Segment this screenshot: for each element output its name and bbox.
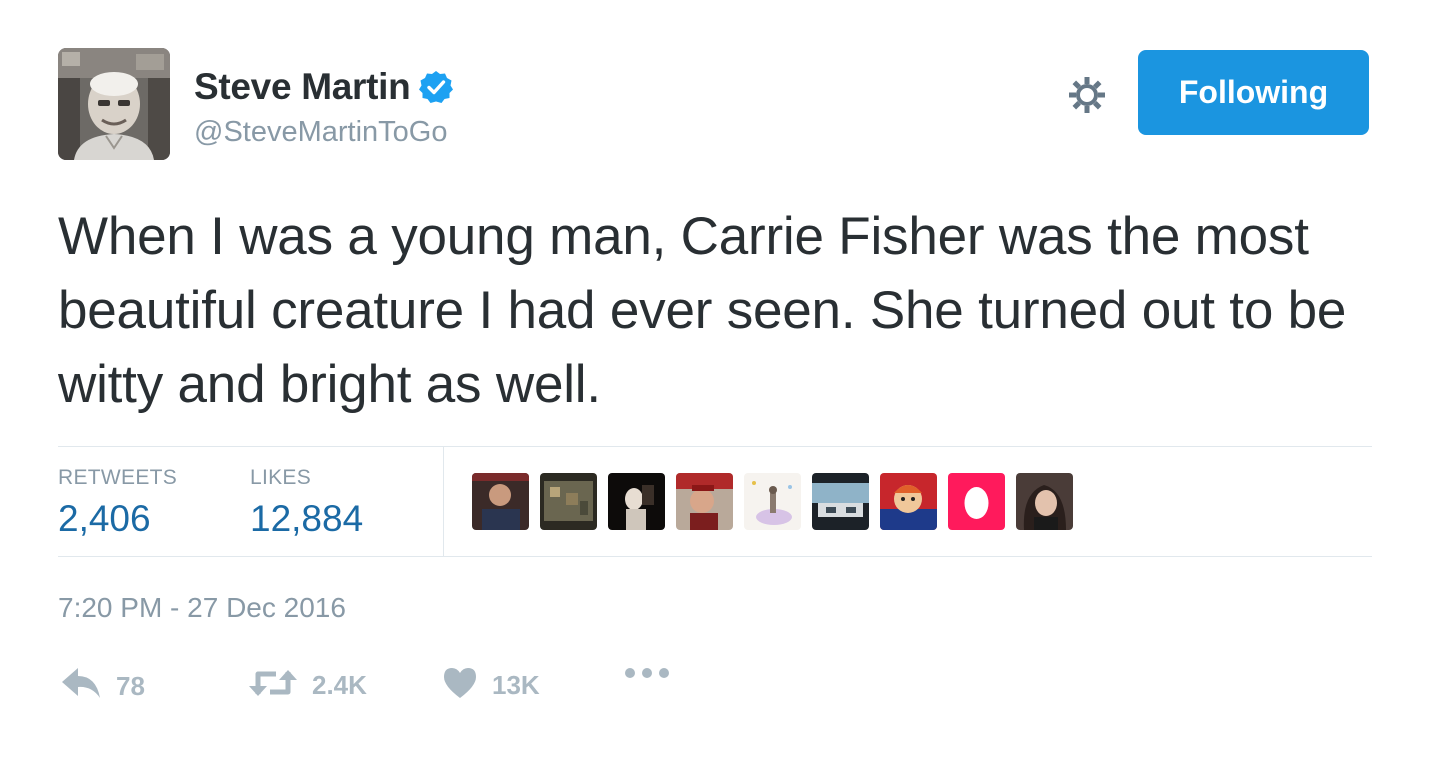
author-name-row: Steve Martin xyxy=(194,66,454,108)
like-button[interactable]: 13K xyxy=(442,666,540,705)
liker-avatar[interactable] xyxy=(744,473,801,530)
reply-button[interactable]: 78 xyxy=(60,666,145,707)
author-display-name[interactable]: Steve Martin xyxy=(194,66,411,108)
retweets-stat[interactable]: RETWEETS 2,406 xyxy=(58,466,177,540)
more-dots-icon xyxy=(624,666,670,684)
stats-divider-top xyxy=(58,446,1372,447)
gear-icon[interactable] xyxy=(1066,74,1108,116)
likes-count: 12,884 xyxy=(250,498,364,539)
stats-divider-bottom xyxy=(58,556,1372,557)
verified-badge-icon xyxy=(418,69,454,105)
liker-avatar[interactable] xyxy=(948,473,1005,530)
reply-count: 78 xyxy=(116,671,145,701)
author-handle[interactable]: @SteveMartinToGo xyxy=(194,116,447,149)
liker-avatar[interactable] xyxy=(1016,473,1073,530)
liker-avatar[interactable] xyxy=(540,473,597,530)
tweet-timestamp[interactable]: 7:20 PM - 27 Dec 2016 xyxy=(58,592,346,624)
likes-stat[interactable]: LIKES 12,884 xyxy=(250,466,363,540)
retweet-count: 2.4K xyxy=(312,670,367,700)
more-button[interactable] xyxy=(624,666,670,684)
liker-avatar[interactable] xyxy=(608,473,665,530)
reply-icon xyxy=(60,666,102,707)
tweet-card: Steve Martin @SteveMartinToGo Following … xyxy=(0,0,1440,760)
retweet-icon xyxy=(248,666,298,705)
heart-icon xyxy=(442,666,478,705)
retweets-label: RETWEETS xyxy=(58,466,178,489)
stats-vertical-divider xyxy=(443,447,444,556)
liker-avatar[interactable] xyxy=(812,473,869,530)
liker-avatar[interactable] xyxy=(880,473,937,530)
retweet-button[interactable]: 2.4K xyxy=(248,666,367,705)
liker-avatar[interactable] xyxy=(676,473,733,530)
liker-avatars xyxy=(472,473,1073,530)
following-button[interactable]: Following xyxy=(1138,50,1369,135)
author-avatar[interactable] xyxy=(58,48,170,160)
likes-label: LIKES xyxy=(250,466,312,489)
liker-avatar[interactable] xyxy=(472,473,529,530)
like-count: 13K xyxy=(492,670,540,700)
retweets-count: 2,406 xyxy=(58,498,151,539)
tweet-text: When I was a young man, Carrie Fisher wa… xyxy=(58,207,1347,414)
